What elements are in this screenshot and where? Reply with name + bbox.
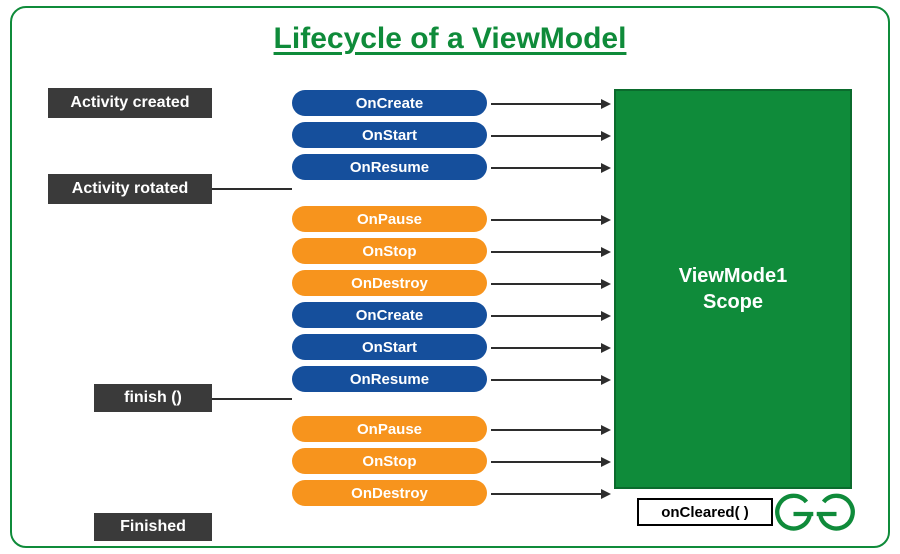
arrow-icon	[491, 167, 609, 169]
diagram-title: Lifecycle of a ViewModel	[12, 22, 888, 56]
label-finished: Finished	[94, 513, 212, 541]
scope-line1: ViewMode1	[679, 263, 788, 289]
lifecycle-pill: OnStop	[292, 238, 487, 264]
arrow-icon	[491, 347, 609, 349]
arrow-icon	[491, 251, 609, 253]
connector-finish	[212, 398, 292, 400]
arrow-icon	[491, 103, 609, 105]
lifecycle-pill: OnCreate	[292, 302, 487, 328]
lifecycle-pill: OnStart	[292, 122, 487, 148]
lifecycle-pill: OnPause	[292, 416, 487, 442]
lifecycle-pill: OnStart	[292, 334, 487, 360]
viewmodel-scope-box: ViewMode1 Scope	[614, 89, 852, 489]
label-activity-created: Activity created	[48, 88, 212, 118]
geeksforgeeks-logo-icon	[772, 492, 858, 536]
lifecycle-pill: OnPause	[292, 206, 487, 232]
arrow-icon	[491, 493, 609, 495]
lifecycle-pill: OnCreate	[292, 90, 487, 116]
lifecycle-pill: OnDestroy	[292, 270, 487, 296]
oncleared-box: onCleared( )	[637, 498, 773, 526]
label-finish: finish ()	[94, 384, 212, 412]
scope-line2: Scope	[703, 289, 763, 315]
arrow-icon	[491, 429, 609, 431]
arrow-icon	[491, 219, 609, 221]
lifecycle-pill: OnResume	[292, 366, 487, 392]
connector-rotated	[212, 188, 292, 190]
arrow-icon	[491, 283, 609, 285]
diagram-frame: Lifecycle of a ViewModel Activity create…	[10, 6, 890, 548]
label-activity-rotated: Activity rotated	[48, 174, 212, 204]
arrow-icon	[491, 315, 609, 317]
lifecycle-pill: OnStop	[292, 448, 487, 474]
arrow-icon	[491, 379, 609, 381]
lifecycle-pill: OnResume	[292, 154, 487, 180]
lifecycle-pill: OnDestroy	[292, 480, 487, 506]
arrow-icon	[491, 461, 609, 463]
arrow-icon	[491, 135, 609, 137]
